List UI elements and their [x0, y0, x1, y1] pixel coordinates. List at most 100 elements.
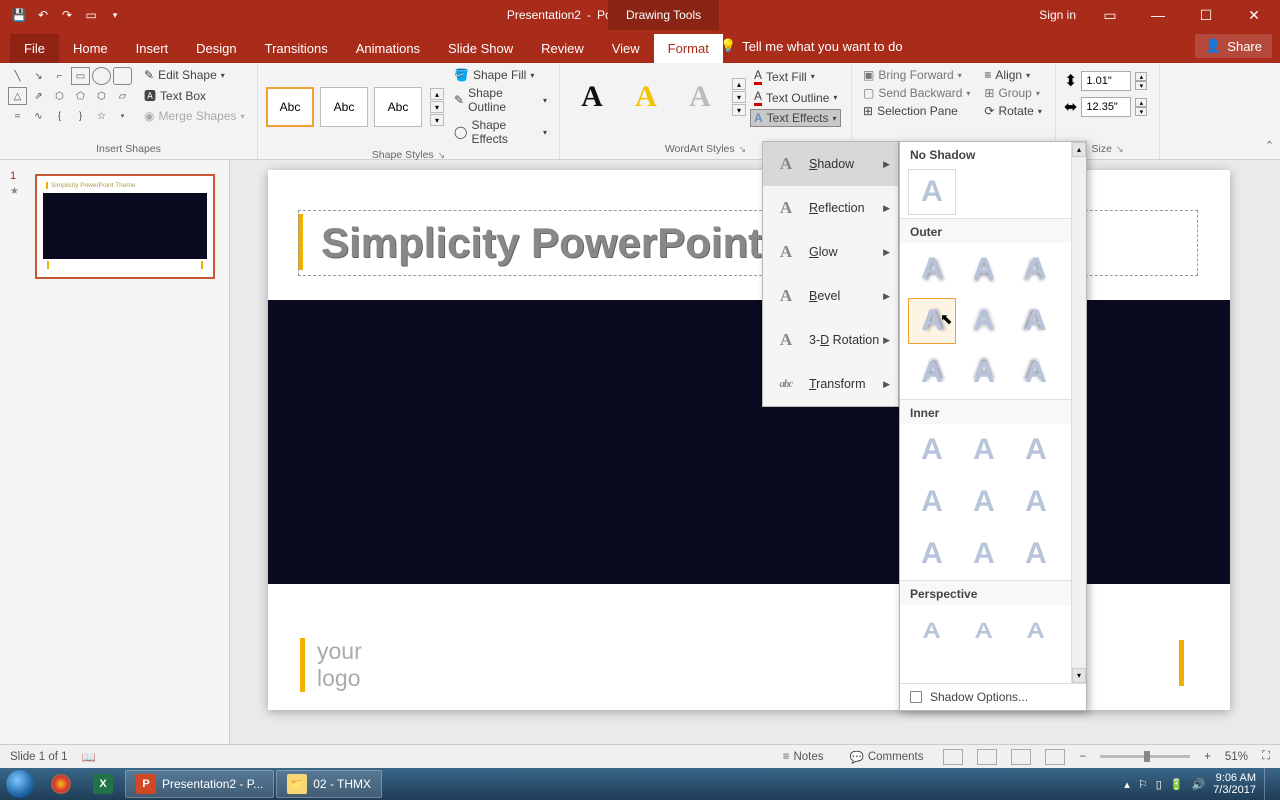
gallery-down-icon[interactable]: ▾	[732, 91, 746, 103]
shadow-preset[interactable]: A	[1012, 427, 1060, 473]
shape-styles-gallery[interactable]: Abc Abc Abc ▴▾▾	[266, 87, 444, 127]
show-desktop-button[interactable]	[1264, 768, 1272, 800]
slide-indicator[interactable]: Slide 1 of 1	[10, 751, 68, 763]
text-fill-button[interactable]: AText Fill▾	[750, 67, 841, 86]
ribbon-display-icon[interactable]: ▭	[1090, 0, 1130, 30]
save-icon[interactable]: 💾	[8, 4, 30, 26]
shadow-preset[interactable]: A	[960, 298, 1008, 344]
slide-title-text[interactable]: Simplicity PowerPoint T	[299, 219, 799, 267]
shadow-preset[interactable]: A	[1012, 531, 1060, 577]
shadow-preset[interactable]: A	[1012, 246, 1060, 292]
shadow-preset[interactable]: A	[908, 479, 956, 525]
text-outline-button[interactable]: AText Outline▾	[750, 88, 841, 107]
wordart-swatch[interactable]: A	[568, 75, 616, 119]
spin-down-icon[interactable]: ▾	[1135, 81, 1147, 90]
shadow-preset[interactable]: A	[1012, 298, 1060, 344]
shadow-preset[interactable]: A	[1012, 350, 1060, 396]
menu-reflection[interactable]: AReflection▶	[763, 186, 898, 230]
gallery-up-icon[interactable]: ▴	[732, 78, 746, 90]
send-backward-button[interactable]: ▢Send Backward▾	[860, 85, 973, 101]
shadow-preset[interactable]: A	[1012, 608, 1060, 654]
shape-fill-button[interactable]: 🪣Shape Fill▾	[450, 67, 551, 83]
taskbar-chrome[interactable]	[41, 770, 81, 798]
scroll-down-icon[interactable]: ▾	[1072, 668, 1086, 683]
menu-shadow[interactable]: AShadow▶	[763, 142, 898, 186]
gallery-down-icon[interactable]: ▾	[430, 101, 444, 113]
logo-placeholder[interactable]: your logo	[300, 638, 362, 692]
undo-icon[interactable]: ↶	[32, 4, 54, 26]
shadow-preset[interactable]: A	[960, 479, 1008, 525]
sign-in-link[interactable]: Sign in	[1039, 8, 1076, 22]
gallery-up-icon[interactable]: ▴	[430, 88, 444, 100]
align-button[interactable]: ≡Align▾	[981, 67, 1044, 83]
rotate-button[interactable]: ⟳Rotate▾	[981, 103, 1044, 119]
notes-button[interactable]: ≡Notes	[777, 749, 830, 765]
zoom-in-icon[interactable]: +	[1204, 751, 1211, 763]
wordart-swatch[interactable]: A	[622, 75, 670, 119]
shadow-preset[interactable]: A	[1012, 479, 1060, 525]
qat-more-icon[interactable]: ▾	[104, 4, 126, 26]
tab-design[interactable]: Design	[182, 34, 250, 63]
shadow-preset[interactable]: A	[908, 608, 956, 654]
collapse-ribbon-icon[interactable]: ⌃	[1265, 139, 1274, 152]
start-button[interactable]	[0, 768, 40, 800]
fit-to-window-icon[interactable]: ⛶	[1262, 750, 1270, 763]
minimize-button[interactable]: —	[1138, 0, 1178, 30]
system-tray[interactable]: ▴ ⚐ ▯ 🔋 🔊 9:06 AM 7/3/2017	[1124, 768, 1280, 800]
menu-3d-rotation[interactable]: A3-D Rotation▶	[763, 318, 898, 362]
tab-review[interactable]: Review	[527, 34, 598, 63]
taskbar-folder[interactable]: 📁02 - THMX	[276, 770, 382, 798]
bring-forward-button[interactable]: ▣Bring Forward▾	[860, 67, 973, 83]
dialog-launcher-icon[interactable]: ↘	[1116, 144, 1124, 155]
zoom-level[interactable]: 51%	[1225, 751, 1248, 763]
shadow-preset[interactable]: A	[908, 531, 956, 577]
shapes-gallery[interactable]: ╲↘⌐▭ △⇗⬡⬠⬡▱ ≈∿{}☆▾	[8, 67, 132, 125]
sorter-view-icon[interactable]	[977, 749, 997, 765]
taskbar-powerpoint[interactable]: PPresentation2 - P...	[125, 770, 274, 798]
gallery-more-icon[interactable]: ▾	[732, 104, 746, 116]
edit-shape-button[interactable]: ✎Edit Shape▾	[140, 67, 249, 83]
group-button[interactable]: ⊞Group▾	[981, 85, 1044, 101]
taskbar-excel[interactable]: X	[83, 770, 123, 798]
start-from-beginning-icon[interactable]: ▭	[80, 4, 102, 26]
shadow-preset[interactable]: A	[960, 350, 1008, 396]
shadow-none[interactable]: A	[908, 169, 956, 215]
clock[interactable]: 9:06 AM 7/3/2017	[1213, 772, 1256, 796]
shape-style-swatch[interactable]: Abc	[374, 87, 422, 127]
maximize-button[interactable]: ☐	[1186, 0, 1226, 30]
network-icon[interactable]: ▯	[1156, 778, 1162, 791]
shadow-options-button[interactable]: Shadow Options...	[900, 683, 1086, 710]
reading-view-icon[interactable]	[1011, 749, 1031, 765]
menu-bevel[interactable]: ABevel▶	[763, 274, 898, 318]
tab-animations[interactable]: Animations	[342, 34, 434, 63]
shadow-preset[interactable]: A	[960, 246, 1008, 292]
shadow-preset[interactable]: A	[908, 427, 956, 473]
shape-outline-button[interactable]: ✎Shape Outline▾	[450, 85, 551, 115]
tell-me-input[interactable]: 💡 Tell me what you want to do	[720, 38, 903, 54]
tab-file[interactable]: File	[10, 34, 59, 63]
normal-view-icon[interactable]	[943, 749, 963, 765]
shape-height-field[interactable]: ⬍▴▾	[1064, 71, 1151, 91]
volume-icon[interactable]: 🔊	[1191, 778, 1205, 791]
shadow-preset[interactable]: A	[960, 531, 1008, 577]
shape-style-swatch[interactable]: Abc	[266, 87, 314, 127]
slide-thumbnail-1[interactable]: Simplicity PowerPoint Theme	[35, 174, 215, 279]
spin-down-icon[interactable]: ▾	[1135, 107, 1147, 116]
zoom-out-icon[interactable]: −	[1079, 751, 1086, 763]
shadow-preset[interactable]: A	[960, 427, 1008, 473]
shape-width-field[interactable]: ⬌▴▾	[1064, 97, 1151, 117]
dialog-launcher-icon[interactable]: ↘	[438, 150, 446, 161]
spin-up-icon[interactable]: ▴	[1135, 98, 1147, 107]
tab-view[interactable]: View	[598, 34, 654, 63]
tray-up-icon[interactable]: ▴	[1124, 778, 1130, 791]
redo-icon[interactable]: ↷	[56, 4, 78, 26]
shadow-preset[interactable]: A	[908, 246, 956, 292]
shape-style-swatch[interactable]: Abc	[320, 87, 368, 127]
tab-slideshow[interactable]: Slide Show	[434, 34, 527, 63]
slideshow-view-icon[interactable]	[1045, 749, 1065, 765]
shadow-preset[interactable]: A	[908, 350, 956, 396]
spellcheck-icon[interactable]: 📖	[82, 750, 96, 764]
text-effects-button[interactable]: AText Effects▾	[750, 109, 841, 127]
shape-effects-button[interactable]: ◯Shape Effects▾	[450, 117, 551, 147]
tab-insert[interactable]: Insert	[122, 34, 183, 63]
